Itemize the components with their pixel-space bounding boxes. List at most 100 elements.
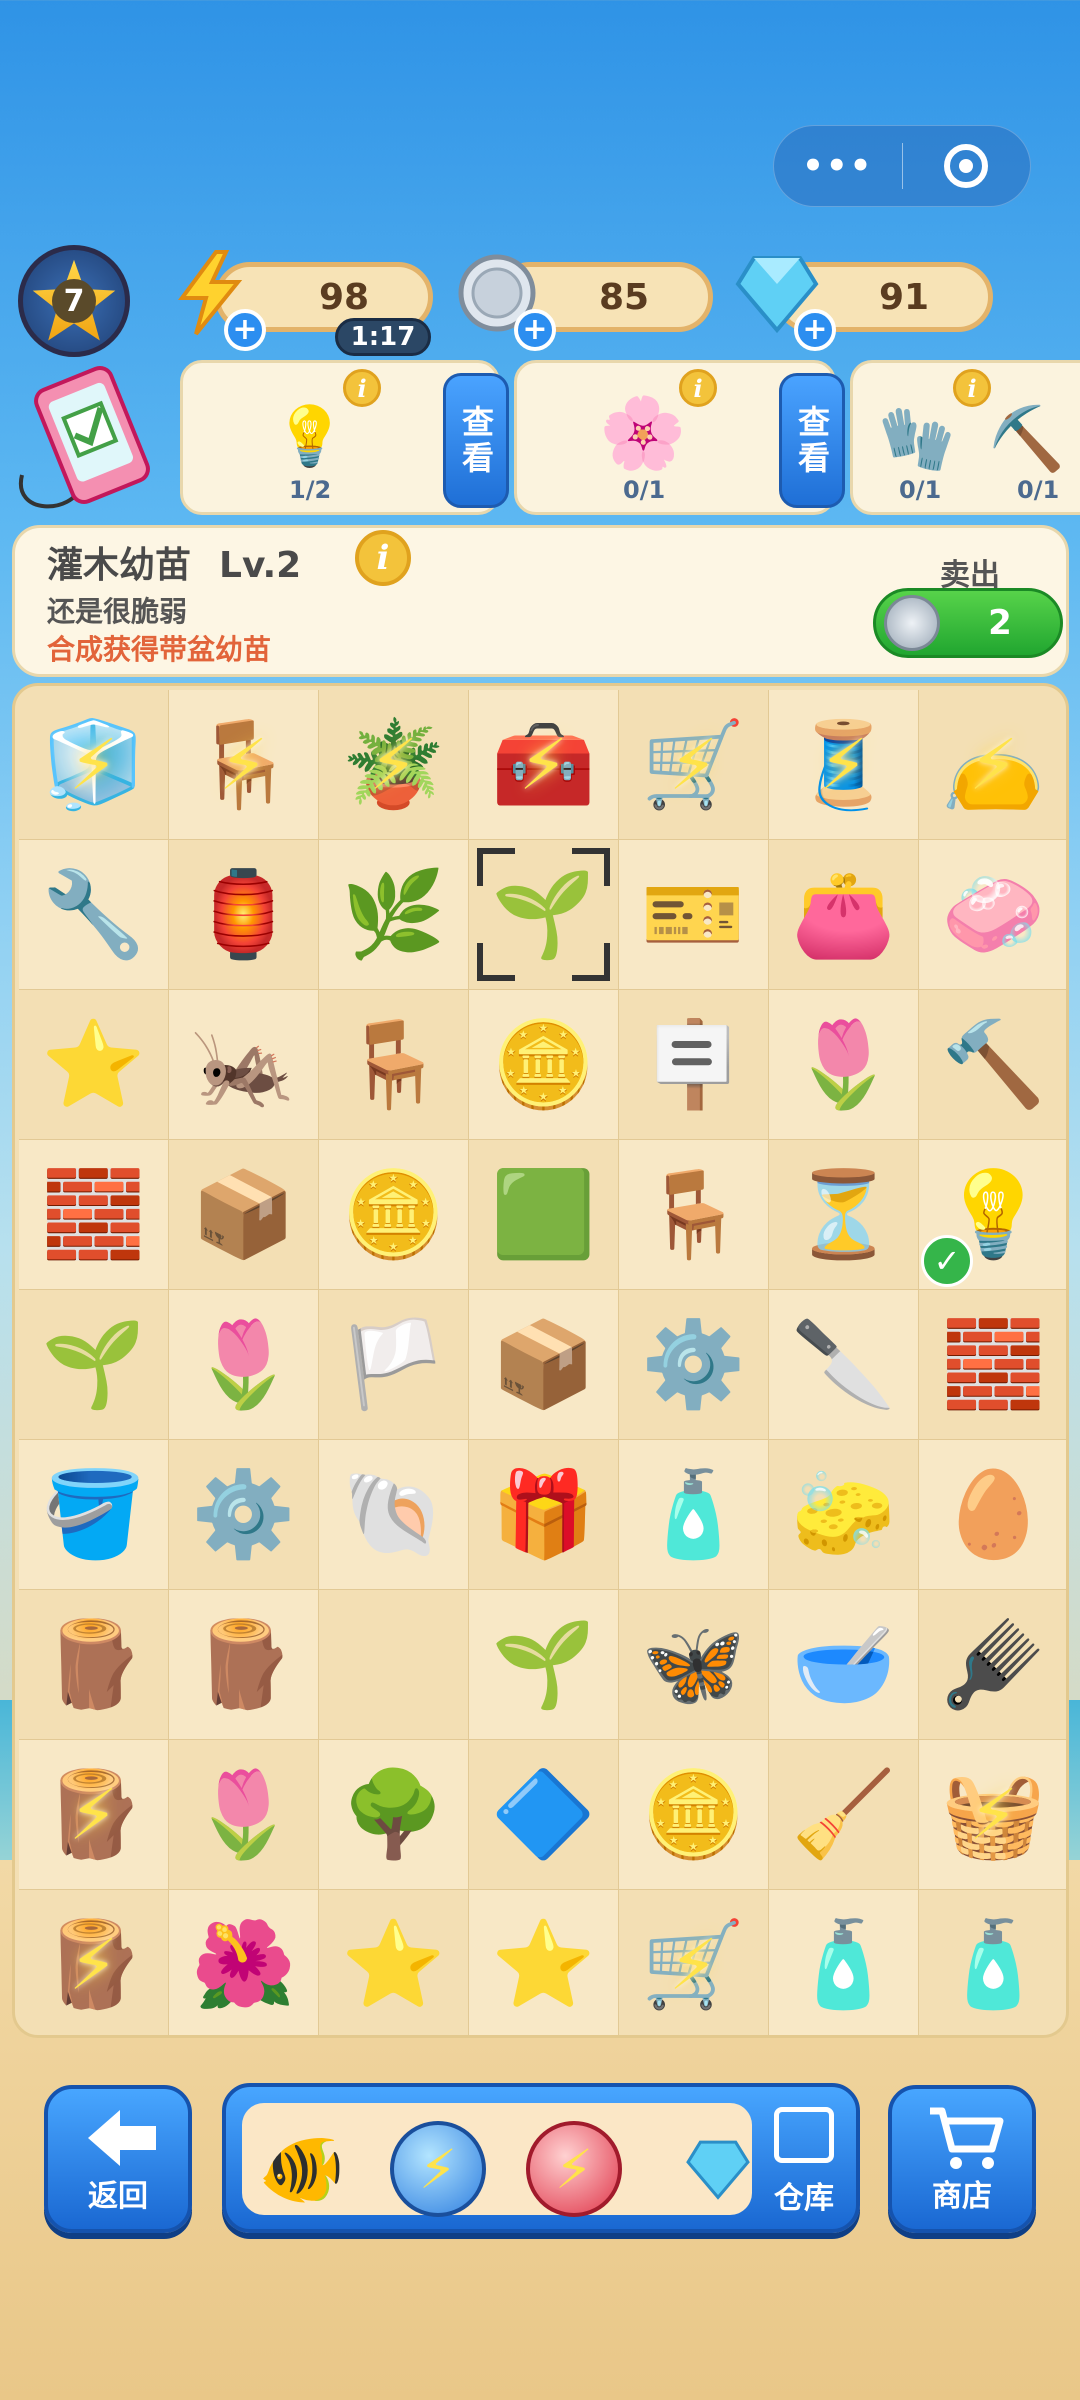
board-cell[interactable]: 🧴 <box>619 1440 769 1590</box>
board-cell[interactable]: 🌺 <box>169 1890 319 2035</box>
board-cell[interactable]: 🧴 <box>769 1890 919 2035</box>
board-cell[interactable]: 🪵 <box>169 1590 319 1740</box>
open-box-icon: 📦 <box>491 1315 596 1413</box>
board-cell[interactable]: 🧵 ⚡ <box>769 690 919 840</box>
blue-energy-orb-slot[interactable]: ⚡ <box>388 2119 488 2219</box>
board-cell[interactable]: 🪵 <box>19 1590 169 1740</box>
board-cell[interactable]: 🧹 <box>769 1740 919 1890</box>
paint-bucket-icon: 🪣 <box>41 1465 146 1563</box>
board-cell[interactable]: 💡 ✓ <box>919 1140 1066 1290</box>
board-cell[interactable]: 🧽 <box>769 1440 919 1590</box>
board-cell[interactable]: ⏳ <box>769 1140 919 1290</box>
board-cell[interactable]: 🛒 ⚡ <box>619 1890 769 2035</box>
board-cell[interactable]: 🌱 <box>469 840 619 990</box>
more-menu-button[interactable]: ••• <box>774 126 902 206</box>
item-info-icon[interactable]: i <box>355 530 411 586</box>
board-cell[interactable] <box>319 1590 469 1740</box>
board-cell[interactable]: 🥚 <box>919 1440 1066 1590</box>
board-cell[interactable]: 🪣 <box>19 1440 169 1590</box>
order-info-icon[interactable]: i <box>953 369 991 407</box>
order-card-3[interactable]: i 🧤 ⛏️ 0/1 0/1 <box>850 360 1080 515</box>
task-phone-button[interactable] <box>12 365 162 510</box>
board-cell[interactable]: 🪑 ⚡ <box>169 690 319 840</box>
board-cell[interactable]: 🪵 ⚡ <box>19 1740 169 1890</box>
board-cell[interactable]: 🪧 <box>619 990 769 1140</box>
board-cell[interactable]: 🪑 <box>619 1140 769 1290</box>
gem-slot[interactable] <box>668 2119 768 2219</box>
order-card-2[interactable]: i 🌸 0/1 查看 <box>514 360 845 515</box>
order-view-button[interactable]: 查看 <box>443 373 509 508</box>
board-cell[interactable]: 🪙 <box>319 1140 469 1290</box>
player-level-badge[interactable]: 7 <box>18 245 130 357</box>
board-cell[interactable]: ⭐ <box>319 1890 469 2035</box>
board-cell[interactable]: 🧱 <box>19 1140 169 1290</box>
board-cell[interactable]: 🧊 ⚡ <box>19 690 169 840</box>
board-cell[interactable]: 🌷 <box>169 1740 319 1890</box>
red-energy-orb-slot[interactable]: ⚡ <box>524 2119 624 2219</box>
board-cell[interactable]: 🏳️ <box>319 1290 469 1440</box>
board-cell[interactable]: 📦 <box>169 1140 319 1290</box>
board-cell[interactable]: 👛 <box>769 840 919 990</box>
order-info-icon[interactable]: i <box>343 369 381 407</box>
board-cell[interactable]: 🧼 <box>919 840 1066 990</box>
board-cell[interactable]: ⭐ <box>469 1890 619 2035</box>
board-cell[interactable]: 🪙 <box>469 990 619 1140</box>
board-cell[interactable]: 🪵 ⚡ <box>19 1890 169 2035</box>
add-energy-button[interactable]: + <box>224 309 266 351</box>
board-cell[interactable]: 🏮 <box>169 840 319 990</box>
board-cell[interactable]: 🪙 <box>619 1740 769 1890</box>
warehouse-button[interactable]: 仓库 <box>756 2093 852 2229</box>
board-cell[interactable]: 📦 <box>469 1290 619 1440</box>
board-cell[interactable]: 🧴 <box>919 1890 1066 2035</box>
tiles-icon: 🟩 <box>491 1165 596 1263</box>
board-cell[interactable]: 🌱 <box>19 1290 169 1440</box>
board-cell[interactable]: 🌳 <box>319 1740 469 1890</box>
board-cell[interactable]: 🌿 <box>319 840 469 990</box>
board-cell[interactable]: 🔪 <box>769 1290 919 1440</box>
pliers-icon: 🔨 <box>941 1015 1046 1113</box>
board-cell[interactable]: 🧰 ⚡ <box>469 690 619 840</box>
board-cell[interactable]: ⚙️ <box>169 1440 319 1590</box>
add-gems-button[interactable]: + <box>794 309 836 351</box>
signboard-icon: 🪧 <box>641 1015 746 1113</box>
board-cell[interactable]: ⚙️ <box>619 1290 769 1440</box>
board-cell[interactable]: 🟩 <box>469 1140 619 1290</box>
board-cell[interactable]: 🎁 <box>469 1440 619 1590</box>
music-box-icon: 🎁 <box>491 1465 596 1563</box>
board-cell[interactable]: 🦗 <box>169 990 319 1140</box>
board-cell[interactable]: 🪮 <box>919 1590 1066 1740</box>
logs-icon: 🪵 <box>41 1615 146 1713</box>
order-view-button[interactable]: 查看 <box>779 373 845 508</box>
board-cell[interactable]: 🔷 <box>469 1740 619 1890</box>
board-cell[interactable]: ⭐ <box>19 990 169 1140</box>
board-cell[interactable]: 🌱 <box>469 1590 619 1740</box>
board-cell[interactable]: 🧺 ⚡ <box>919 1740 1066 1890</box>
board-cell[interactable]: 🦋 <box>619 1590 769 1740</box>
board-cell[interactable]: 🔧 <box>19 840 169 990</box>
board-cell[interactable]: 🎫 <box>619 840 769 990</box>
order-card-1[interactable]: i 💡 1/2 查看 <box>180 360 509 515</box>
sell-button[interactable]: 2 <box>873 588 1063 658</box>
board-cell[interactable]: 🌷 <box>769 990 919 1140</box>
board-cell[interactable]: 🥣 <box>769 1590 919 1740</box>
board-cell[interactable]: 🌷 <box>169 1290 319 1440</box>
board-cell[interactable]: 👝 ⚡ <box>919 690 1066 840</box>
board-cell[interactable]: 🐚 <box>319 1440 469 1590</box>
shopping-cart-icon <box>926 2103 1006 2173</box>
add-coins-button[interactable]: + <box>514 309 556 351</box>
board-cell[interactable]: 🪑 <box>319 990 469 1140</box>
clownfish-lollipop-slot[interactable]: 🐠 <box>252 2119 352 2219</box>
back-button[interactable]: 返回 <box>44 2085 192 2233</box>
round-stool-icon: 🪑 <box>641 1165 746 1263</box>
shop-button[interactable]: 商店 <box>888 2085 1036 2233</box>
back-label: 返回 <box>88 2179 148 2214</box>
stacked-logs-icon: 🪵 <box>191 1615 296 1713</box>
board-cell[interactable]: 🪴 ⚡ <box>319 690 469 840</box>
board-cell[interactable]: 🔨 <box>919 990 1066 1140</box>
board-cell[interactable]: 🛒 ⚡ <box>619 690 769 840</box>
close-miniprogram-button[interactable] <box>903 126 1031 206</box>
basin-icon: 🥣 <box>791 1615 896 1713</box>
board-cell[interactable]: 🧱 <box>919 1290 1066 1440</box>
stool-icon: 🪑 <box>341 1015 446 1113</box>
energy-timer: 1:17 <box>335 318 431 356</box>
